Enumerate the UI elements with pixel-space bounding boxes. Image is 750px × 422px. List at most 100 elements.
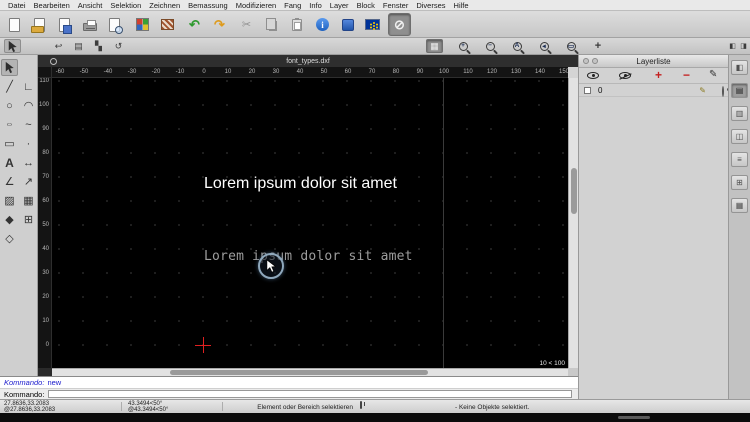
copy-button[interactable] [260, 13, 283, 36]
menu-item[interactable]: Block [353, 1, 379, 10]
hide-all-layers-button[interactable] [619, 72, 631, 79]
command-history: Kommando: new [0, 376, 578, 388]
ellipse-tool-button[interactable]: ○ [1, 119, 18, 130]
toggle-selection-filter-button[interactable]: ▦ [731, 198, 748, 213]
open-file-button[interactable] [28, 13, 51, 36]
leader-tool-button[interactable]: ↗ [20, 173, 37, 190]
menu-item[interactable]: Hilfe [450, 1, 473, 10]
arc-tool-button[interactable]: ◠ [20, 97, 37, 114]
text-entity-cad-font[interactable]: Lorem ipsum dolor sit amet [204, 249, 413, 264]
cut-button[interactable]: ✂ [235, 13, 258, 36]
select-tool-button[interactable] [1, 59, 18, 76]
point-tool-button[interactable]: · [20, 135, 37, 152]
view-options-button[interactable]: ▤ [70, 39, 87, 53]
circle-tool-button[interactable]: ○ [1, 97, 18, 114]
document-icon[interactable] [50, 57, 57, 65]
pan-button[interactable]: + [587, 39, 609, 53]
flag-button[interactable] [336, 13, 359, 36]
text-tool-button[interactable]: A [1, 154, 18, 171]
menu-item[interactable]: Info [305, 1, 326, 10]
auto-zoom-button[interactable]: A [506, 39, 528, 53]
edit-layer-button[interactable]: ✎ [709, 69, 717, 80]
menu-item[interactable]: Fenster [379, 1, 412, 10]
bottom-bar-handle[interactable] [618, 416, 650, 419]
save-file-button[interactable] [53, 13, 76, 36]
panel-window-buttons[interactable] [583, 58, 598, 64]
statusbar-separator [222, 402, 223, 411]
language-button[interactable] [361, 13, 384, 36]
layer-row[interactable]: 0 ✎ [579, 84, 728, 97]
selection-pointer-button[interactable] [4, 39, 21, 53]
toggle-view-list-button[interactable]: ◫ [731, 129, 748, 144]
redo-button[interactable]: ↷ [208, 13, 231, 36]
layer-list-panel: Layerliste + − ✎ 0 ✎ [578, 55, 728, 399]
horizontal-scrollbar-thumb[interactable] [170, 370, 428, 375]
library-tool-button[interactable]: ⊞ [20, 211, 37, 228]
menu-item[interactable]: Modifizieren [232, 1, 280, 10]
paste-button[interactable] [285, 13, 308, 36]
print-preview-button[interactable] [103, 13, 126, 36]
menu-item[interactable]: Selektion [106, 1, 145, 10]
panel-collapse-button[interactable] [592, 58, 598, 64]
remove-layer-button[interactable]: − [683, 68, 690, 82]
add-layer-button[interactable]: + [655, 68, 662, 82]
vertical-scrollbar-thumb[interactable] [570, 168, 577, 214]
previous-view-button[interactable]: ◂ [533, 39, 555, 53]
toggle-layer-list-button[interactable]: ▤ [731, 83, 748, 98]
hatch-settings-button[interactable] [156, 13, 179, 36]
menu-item[interactable]: Bemassung [184, 1, 232, 10]
auto-zoom-icon: A [512, 41, 522, 51]
new-file-button[interactable] [3, 13, 26, 36]
command-input[interactable] [48, 390, 572, 398]
image-tool-button[interactable]: ▦ [20, 192, 37, 209]
block-tool-button[interactable]: ◆ [1, 211, 18, 228]
toggle-block-list-button[interactable]: ▥ [731, 106, 748, 121]
horizontal-scrollbar[interactable] [52, 368, 568, 376]
undo-button[interactable]: ↶ [183, 13, 206, 36]
menubar-items: Datei Bearbeiten Ansicht Selektion Zeichnen B… [4, 1, 473, 10]
layer-eye-icon[interactable] [722, 86, 724, 97]
grid-toggle-button[interactable]: ▦ [426, 39, 443, 53]
angular-dimension-tool-button[interactable]: ∠ [1, 173, 18, 190]
toggle-command-line-button[interactable]: ≡ [731, 152, 748, 167]
menu-item[interactable]: Zeichnen [145, 1, 184, 10]
regenerate-button[interactable]: ↺ [110, 39, 127, 53]
text-entity-sans[interactable]: Lorem ipsum dolor sit amet [204, 175, 397, 193]
layer-list-titlebar[interactable]: Layerliste [579, 55, 728, 68]
menu-item[interactable]: Diverses [412, 1, 449, 10]
menu-item[interactable]: Bearbeiten [30, 1, 74, 10]
panel-close-button[interactable] [583, 58, 589, 64]
menu-item[interactable]: Fang [280, 1, 305, 10]
drawing-preferences-button[interactable] [131, 13, 154, 36]
rectangle-tool-button[interactable]: ▭ [1, 135, 18, 152]
polyline-tool-button[interactable]: ∟ [20, 78, 37, 95]
property-editor-icon: ◧ [735, 63, 744, 72]
zoom-out-button[interactable]: − [479, 39, 501, 53]
menu-item[interactable]: Ansicht [74, 1, 107, 10]
toggle-property-editor-button[interactable]: ◧ [731, 60, 748, 75]
zoom-in-button[interactable]: + [452, 39, 474, 53]
toggle-left-panel-button[interactable]: ◧ [728, 39, 737, 53]
toggle-right-panel-button[interactable]: ◨ [739, 39, 748, 53]
cut-icon: ✂ [241, 19, 252, 31]
show-all-layers-button[interactable] [587, 72, 599, 79]
layer-visibility-checkbox[interactable] [584, 86, 591, 94]
print-button[interactable] [78, 13, 101, 36]
spline-tool-button[interactable]: ~ [20, 116, 37, 133]
drawing-canvas[interactable]: Lorem ipsum dolor sit amet Lorem ipsum d… [52, 78, 568, 368]
restriction-off-button[interactable]: ⊘ [388, 13, 411, 36]
misc-tool-button[interactable]: ◇ [1, 230, 18, 247]
menu-item[interactable]: Datei [4, 1, 30, 10]
ruler-tick-label: 0 [45, 342, 49, 348]
reset-action-button[interactable]: ↩ [50, 39, 67, 53]
info-button[interactable]: i [311, 13, 334, 36]
vertical-scrollbar[interactable] [568, 78, 578, 368]
layer-edit-icon[interactable]: ✎ [699, 86, 706, 95]
window-zoom-button[interactable]: ▭ [560, 39, 582, 53]
dimension-tool-button[interactable]: ↔ [20, 154, 37, 171]
menu-item[interactable]: Layer [326, 1, 353, 10]
line-tool-button[interactable]: ╱ [1, 78, 18, 95]
isometric-grid-button[interactable]: ▚ [90, 39, 107, 53]
toggle-library-browser-button[interactable]: ⊞ [731, 175, 748, 190]
hatch-tool-button[interactable]: ▨ [1, 192, 18, 209]
